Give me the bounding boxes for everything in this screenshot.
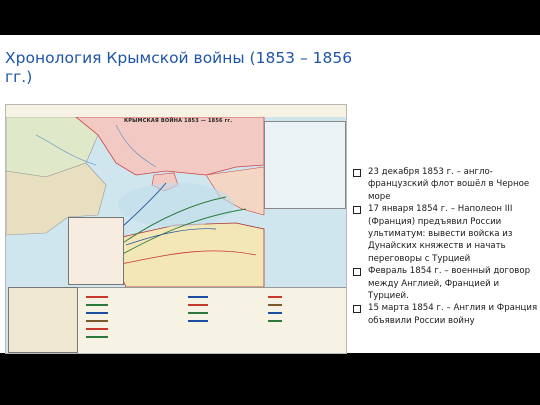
legend-swatch: [188, 296, 208, 298]
event-item: Февраль 1854 г. – военный договор между …: [351, 265, 539, 302]
map-header-strip: [6, 105, 346, 117]
legend-swatch: [86, 296, 108, 298]
map-legend: [78, 287, 346, 353]
inset-pacific-map: [264, 121, 346, 209]
legend-swatch: [188, 312, 208, 314]
legend-swatch: [188, 304, 208, 306]
event-list: 23 декабря 1853 г. – англо-французский ф…: [351, 166, 539, 327]
event-item: 15 марта 1854 г. – Англия и Франция объя…: [351, 302, 539, 327]
legend-swatch: [86, 304, 108, 306]
presentation-slide: Хронология Крымской войны (1853 – 1856 г…: [0, 0, 540, 405]
legend-swatch: [268, 296, 282, 298]
russia-region: [74, 116, 265, 176]
legend-swatch: [86, 328, 108, 330]
legend-swatch: [268, 304, 282, 306]
historical-map: КРЫМСКАЯ ВОЙНА 1853 — 1856 гг.: [5, 104, 347, 354]
legend-swatch: [268, 312, 282, 314]
legend-swatch: [268, 320, 282, 322]
black-sea: [118, 183, 234, 227]
event-item: 17 января 1854 г. – Наполеон III (Франци…: [351, 203, 539, 265]
event-item: 23 декабря 1853 г. – англо-французский ф…: [351, 166, 539, 203]
inset-danube-map: [8, 287, 78, 353]
legend-swatch: [86, 336, 108, 338]
slide-title: Хронология Крымской войны (1853 – 1856 г…: [5, 49, 353, 86]
inset-sevastopol-map: [68, 217, 124, 285]
map-title: КРЫМСКАЯ ВОЙНА 1853 — 1856 гг.: [124, 118, 233, 124]
legend-swatch: [188, 320, 208, 322]
legend-swatch: [86, 320, 108, 322]
legend-swatch: [86, 312, 108, 314]
